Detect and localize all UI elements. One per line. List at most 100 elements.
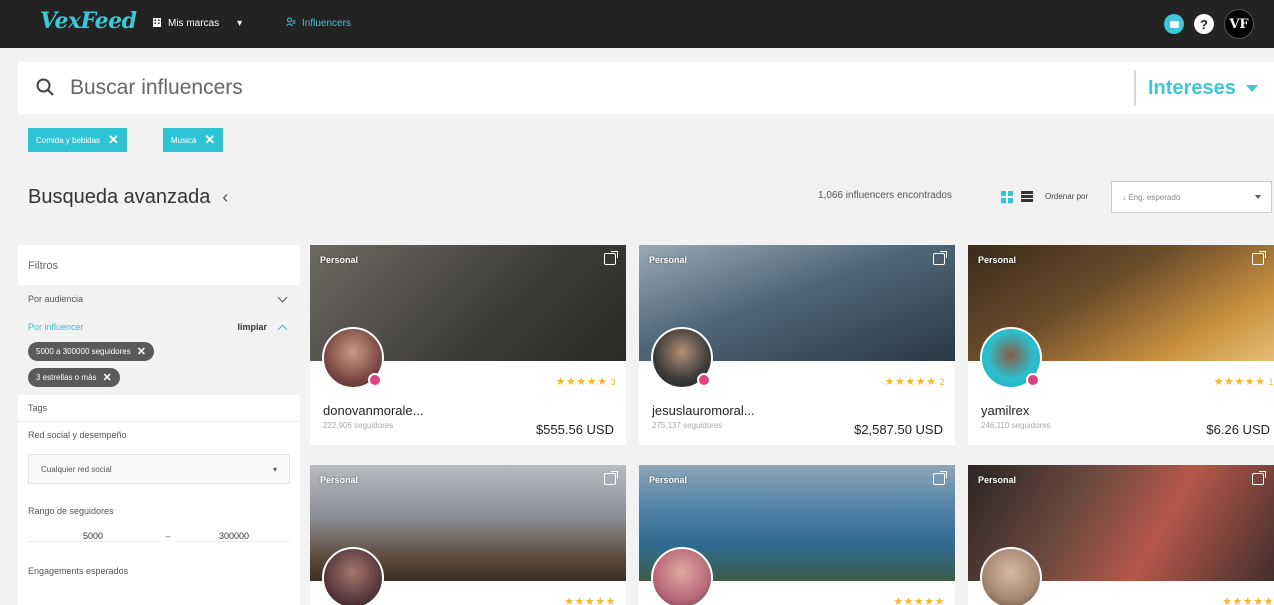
instagram-icon	[368, 373, 382, 387]
rating-count: 2	[939, 377, 945, 387]
rating-stars: ★★★★★ 3	[555, 376, 616, 388]
rating-stars: ★★★★★ 1	[1213, 376, 1274, 388]
price: $6.26 USD	[1206, 422, 1270, 437]
caret-down-icon	[1255, 195, 1261, 199]
advanced-search-title: Busqueda avanzada	[28, 186, 211, 208]
page-title: Busqueda avanzada ‹	[28, 186, 228, 209]
external-link-icon[interactable]	[1252, 471, 1266, 485]
filters-body: Tags Red social y desempeño Cualquier re…	[18, 395, 300, 584]
list-view-icon[interactable]	[1021, 191, 1033, 202]
social-network-label: Red social y desempeño	[28, 430, 127, 440]
rating-count: 3	[610, 377, 616, 387]
interest-chip[interactable]: Musica ✕	[163, 128, 224, 152]
by-influencer-label: Por influencer	[28, 322, 84, 332]
filters-section: Por audiencia Por influencer limpiar 500…	[18, 285, 300, 395]
rating-stars: ★★★★★	[564, 596, 616, 605]
vexfeed-logo[interactable]: VexFeed	[40, 8, 137, 34]
rating-stars: ★★★★★	[1222, 596, 1274, 605]
external-link-icon[interactable]	[933, 251, 947, 265]
card-tag: Personal	[320, 255, 359, 265]
influencer-card[interactable]: Personal ★★★★★	[639, 465, 955, 605]
active-filters: 5000 a 300000 seguidores ✕ 3 estrellas o…	[28, 341, 290, 395]
followers-range: 5000 – 300000	[28, 524, 290, 548]
close-icon[interactable]: ✕	[102, 371, 111, 384]
by-audience-label: Por audiencia	[28, 294, 84, 304]
influencer-card[interactable]: Personal ★★★★★ 1 yamilrex 246,110 seguido…	[968, 245, 1274, 445]
caret-down-icon	[1245, 84, 1258, 92]
close-icon[interactable]: ✕	[108, 132, 119, 148]
filters-title: Filtros	[28, 260, 58, 272]
engagement-label: Engagements esperados	[28, 566, 129, 576]
external-link-icon[interactable]	[1252, 251, 1266, 265]
influencers-label: Influencers	[302, 18, 351, 29]
card-tag: Personal	[978, 475, 1017, 485]
followers-range-label: Rango de seguidores	[28, 506, 114, 516]
search-bar: Intereses	[18, 62, 1274, 114]
filter-pill[interactable]: 3 estrellas o más ✕	[28, 368, 120, 387]
filter-pill-label: 3 estrellas o más	[36, 373, 97, 382]
building-icon	[152, 17, 162, 30]
range-dash: –	[165, 531, 171, 541]
grid-view-icon[interactable]	[1001, 191, 1013, 203]
avatar	[651, 547, 713, 605]
sort-value: ↓ Eng. esperado	[1122, 192, 1181, 202]
interests-dropdown[interactable]: Intereses	[1134, 70, 1258, 106]
avatar	[322, 547, 384, 605]
chevron-up-icon	[277, 324, 288, 334]
influencer-handle[interactable]: donovanmorale...	[323, 403, 423, 418]
rating-stars: ★★★★★	[893, 596, 945, 605]
influencer-card[interactable]: Personal ★★★★★	[310, 465, 626, 605]
avatar	[980, 547, 1042, 605]
influencer-card[interactable]: Personal ★★★★★	[968, 465, 1274, 605]
tags-label[interactable]: Tags	[28, 395, 290, 421]
users-icon	[286, 17, 296, 30]
external-link-icon[interactable]	[933, 471, 947, 485]
my-brands-label: Mis marcas	[168, 18, 220, 29]
filter-pill-label: 5000 a 300000 seguidores	[36, 347, 131, 356]
chip-label: Comida y bebidas	[36, 135, 101, 145]
filter-pill[interactable]: 5000 a 300000 seguidores ✕	[28, 342, 154, 361]
range-from-input[interactable]: 5000	[28, 531, 158, 542]
price: $555.56 USD	[535, 422, 614, 437]
interest-chip[interactable]: Comida y bebidas ✕	[28, 128, 127, 152]
card-tag: Personal	[320, 475, 359, 485]
card-tag: Personal	[649, 475, 688, 485]
chip-label: Musica	[171, 135, 197, 145]
sort-select[interactable]: ↓ Eng. esperado	[1111, 181, 1272, 213]
by-audience-toggle[interactable]: Por audiencia	[28, 285, 290, 313]
card-tag: Personal	[649, 255, 688, 265]
price: $2,587.50 USD	[854, 422, 943, 437]
social-network-select[interactable]: Cualquier red social ▾	[28, 454, 290, 484]
instagram-icon	[1026, 373, 1040, 387]
close-icon[interactable]: ✕	[204, 132, 215, 148]
influencer-card[interactable]: Personal ★★★★★ 3 donovanmorale... 222,906…	[310, 245, 626, 445]
influencer-card[interactable]: Personal ★★★★★ 2 jesuslauromoral... 275,1…	[639, 245, 955, 445]
my-brands-menu[interactable]: Mis marcas ▾	[152, 17, 242, 30]
influencer-handle[interactable]: jesuslauromoral...	[652, 403, 755, 418]
social-network-value: Cualquier red social	[41, 464, 112, 474]
chevron-left-icon[interactable]: ‹	[222, 187, 228, 208]
external-link-icon[interactable]	[604, 251, 618, 265]
range-to-input[interactable]: 300000	[178, 531, 290, 542]
chevron-down-icon	[277, 292, 288, 303]
external-link-icon[interactable]	[604, 471, 618, 485]
influencer-handle[interactable]: yamilrex	[981, 403, 1029, 418]
rating-stars: ★★★★★ 2	[884, 376, 945, 388]
user-avatar[interactable]: VF	[1224, 9, 1254, 39]
card-tag: Personal	[978, 255, 1017, 265]
follower-count: 222,906 seguidores	[323, 421, 394, 430]
top-nav-bar: VexFeed Mis marcas ▾ Influencers ? VF	[0, 0, 1274, 48]
filters-sidebar: Filtros Por audiencia Por influencer lim…	[18, 245, 300, 605]
help-button[interactable]: ?	[1194, 14, 1214, 34]
instagram-icon	[697, 373, 711, 387]
influencers-nav-link[interactable]: Influencers	[286, 17, 351, 30]
chat-icon[interactable]	[1164, 14, 1184, 34]
clear-filters-link[interactable]: limpiar	[237, 322, 267, 332]
caret-down-icon: ▾	[272, 464, 277, 474]
search-input[interactable]	[70, 73, 770, 103]
rating-count: 1	[1268, 377, 1274, 387]
follower-count: 246,110 seguidores	[981, 421, 1051, 430]
by-influencer-toggle[interactable]: Por influencer limpiar	[28, 313, 290, 341]
close-icon[interactable]: ✕	[137, 345, 146, 358]
sort-label: Ordenar por	[1045, 192, 1089, 201]
